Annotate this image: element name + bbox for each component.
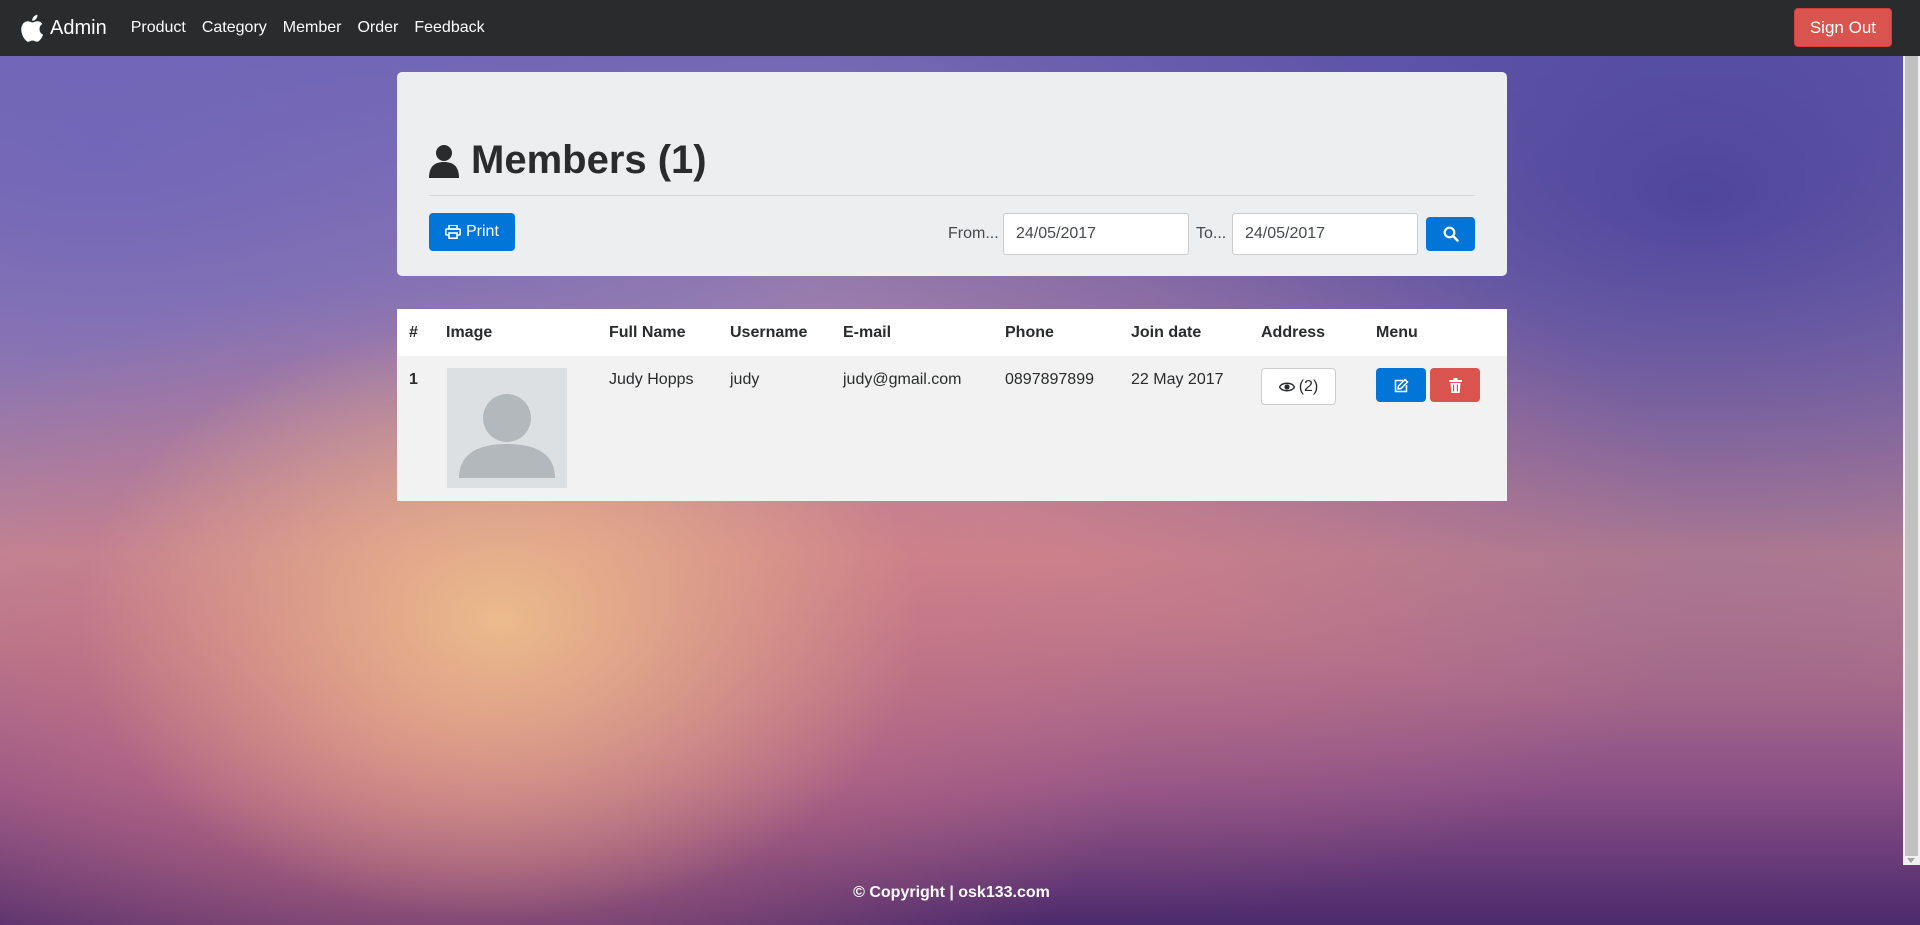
column-header-image: Image (446, 324, 493, 341)
column-header-join-date: Join date (1131, 324, 1202, 341)
from-label: From... (948, 225, 999, 242)
avatar-placeholder-icon (459, 394, 555, 478)
search-icon (1443, 226, 1459, 242)
cell-username: judy (730, 371, 760, 388)
sign-out-button[interactable]: Sign Out (1793, 8, 1892, 47)
cell-join-date: 22 May 2017 (1131, 371, 1224, 388)
print-label: Print (466, 223, 499, 240)
member-avatar (447, 368, 567, 488)
header-divider (429, 195, 1475, 196)
members-header-panel: Members (1) Print From... To... (397, 72, 1507, 276)
cell-full-name: Judy Hopps (609, 371, 694, 388)
column-header-full-name: Full Name (609, 324, 686, 341)
user-icon (429, 144, 459, 178)
trash-icon (1448, 377, 1462, 393)
from-date-input[interactable] (1003, 213, 1189, 255)
nav-link-feedback[interactable]: Feedback (414, 19, 484, 37)
column-header-address: Address (1261, 324, 1326, 341)
cell-email: judy@gmail.com (843, 371, 962, 388)
to-label: To... (1196, 225, 1227, 242)
print-button[interactable]: Print (429, 213, 515, 251)
search-button[interactable] (1426, 217, 1475, 251)
column-header-index: # (409, 324, 418, 341)
column-header-phone: Phone (1005, 324, 1054, 341)
navbar: Admin Product Category Member Order Feed… (0, 0, 1920, 56)
nav-link-category[interactable]: Category (202, 19, 267, 37)
column-header-email: E-mail (843, 324, 892, 341)
eye-icon (1278, 382, 1295, 391)
edit-member-button[interactable] (1376, 368, 1426, 402)
cell-phone: 0897897899 (1005, 371, 1094, 388)
brand-text: Admin (50, 16, 107, 39)
column-header-menu: Menu (1376, 324, 1418, 341)
scrollbar-thumb[interactable] (1905, 56, 1918, 856)
page-title-row: Members (1) (429, 138, 707, 183)
print-icon (445, 225, 461, 239)
view-address-button[interactable]: (2) (1261, 368, 1336, 405)
address-count: (2) (1298, 377, 1319, 395)
nav-link-product[interactable]: Product (131, 19, 186, 37)
delete-member-button[interactable] (1430, 368, 1480, 402)
nav-link-order[interactable]: Order (357, 19, 398, 37)
row-index: 1 (409, 371, 418, 388)
nav-link-member[interactable]: Member (283, 19, 342, 37)
table-header: # Image Full Name Username E-mail Phone … (397, 309, 1507, 356)
page-title: Members (1) (471, 138, 707, 182)
scroll-down-arrow-icon[interactable] (1907, 858, 1915, 863)
brand-link[interactable]: Admin (18, 13, 107, 43)
column-header-username: Username (730, 324, 808, 341)
page-scrollbar[interactable] (1903, 56, 1920, 865)
table-row: 1 Judy Hopps judy judy@gmail.com 0897897… (397, 356, 1507, 501)
edit-icon (1394, 377, 1409, 392)
footer-copyright: © Copyright | osk133.com (853, 884, 1050, 901)
nav-links: Product Category Member Order Feedback (123, 19, 493, 37)
apple-icon (21, 14, 43, 42)
to-date-input[interactable] (1232, 213, 1418, 255)
members-table: # Image Full Name Username E-mail Phone … (397, 309, 1507, 501)
